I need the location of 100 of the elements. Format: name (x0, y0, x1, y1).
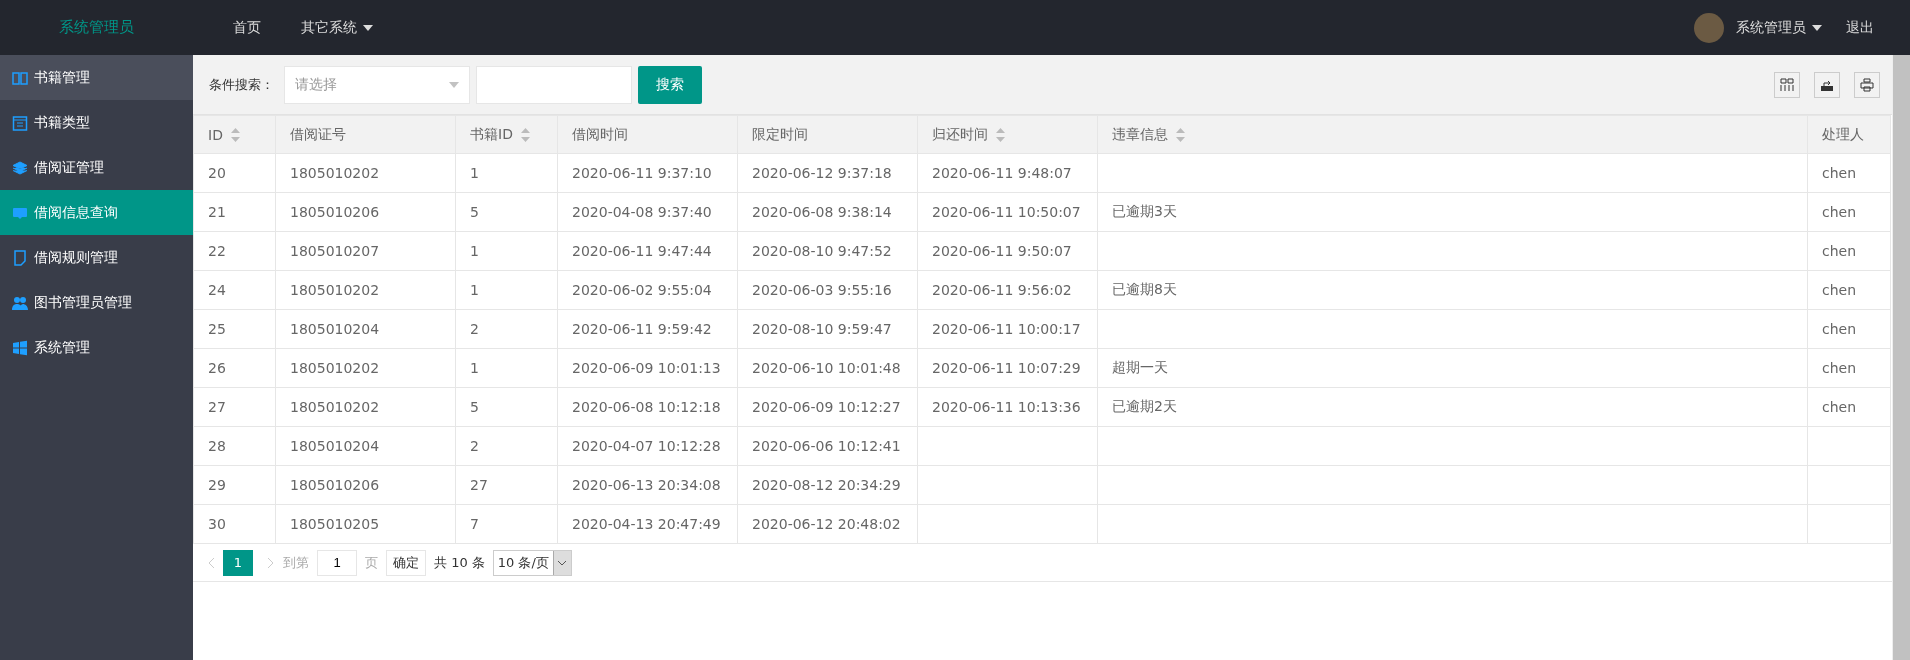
table-cell: 7 (455, 504, 558, 544)
caret-icon (363, 24, 373, 31)
table-cell: 1805010202 (275, 153, 456, 193)
calendar-icon (12, 114, 28, 131)
column-header: 借阅时间 (557, 115, 738, 154)
table-cell: 2020-06-02 9:55:04 (557, 270, 738, 310)
column-header[interactable]: 书籍ID (455, 115, 558, 154)
table-cell: 2020-06-11 9:56:02 (917, 270, 1098, 310)
table-cell: 5 (455, 192, 558, 232)
table-cell: 2020-06-12 20:48:02 (737, 504, 918, 544)
table-cell: 超期一天 (1097, 348, 1808, 388)
users-icon (12, 294, 28, 311)
column-header[interactable]: 违章信息 (1097, 115, 1808, 154)
table-cell: 2 (455, 309, 558, 349)
table-cell: 1 (455, 231, 558, 271)
sort-icon[interactable] (996, 127, 1005, 142)
columns-icon (1780, 77, 1794, 92)
table-cell: 2020-06-13 20:34:08 (557, 465, 738, 505)
sort-icon[interactable] (520, 127, 530, 142)
table-cell: 1805010206 (275, 192, 456, 232)
table-cell: 2020-08-10 9:59:47 (737, 309, 918, 349)
table-cell: 1805010202 (275, 387, 456, 427)
table-cell: 27 (455, 465, 558, 505)
table-cell: 1 (455, 348, 558, 388)
printer-icon (1860, 77, 1874, 92)
table-cell: 2020-06-11 9:48:07 (917, 153, 1098, 193)
table-cell: 2020-06-09 10:12:27 (737, 387, 918, 427)
scrollbar[interactable] (1892, 55, 1910, 660)
tool-button[interactable] (1854, 71, 1880, 98)
table-cell: 2020-06-08 10:12:18 (557, 387, 738, 427)
table-cell: 2020-06-11 10:50:07 (917, 192, 1098, 232)
table-cell: chen (1807, 309, 1891, 349)
table-cell: 21 (193, 192, 276, 232)
table-cell: 27 (193, 387, 276, 427)
logout-link[interactable]: 退出 (1846, 18, 1874, 37)
sidebar-item[interactable]: 借阅信息查询 (0, 190, 193, 235)
chevron-icon (557, 559, 568, 566)
search-button[interactable]: 搜索 (638, 65, 702, 104)
column-header: 借阅证号 (275, 115, 456, 154)
prev-page-icon[interactable] (207, 556, 215, 569)
table-cell: 1805010207 (275, 231, 456, 271)
windows-icon (12, 339, 28, 356)
page-number[interactable]: 1 (223, 549, 253, 576)
table-cell: chen (1807, 153, 1891, 193)
goto-label: 到第 (283, 553, 309, 572)
table-cell: 1805010202 (275, 348, 456, 388)
table-cell: 2020-06-06 10:12:41 (737, 426, 918, 466)
table-cell: 2020-08-12 20:34:29 (737, 465, 918, 505)
nav-link[interactable]: 其它系统 (301, 18, 373, 37)
sidebar-item[interactable]: 借阅证管理 (0, 145, 193, 190)
column-header[interactable]: ID (193, 115, 276, 154)
caret-icon (449, 81, 459, 88)
table-cell: chen (1807, 348, 1891, 388)
table-cell: 1805010206 (275, 465, 456, 505)
table-cell: 26 (193, 348, 276, 388)
sort-icon[interactable] (1176, 127, 1185, 142)
table-cell: chen (1807, 192, 1891, 232)
table-cell: 2020-06-12 9:37:18 (737, 153, 918, 193)
table-cell: 2020-08-10 9:47:52 (737, 231, 918, 271)
book-icon (12, 69, 28, 86)
table-cell: 2020-06-11 10:13:36 (917, 387, 1098, 427)
avatar[interactable] (1694, 12, 1724, 43)
layers-icon (12, 159, 28, 176)
table-cell: chen (1807, 270, 1891, 310)
table-cell: chen (1807, 387, 1891, 427)
page-input[interactable]: 1 (317, 549, 357, 576)
brand-title: 系统管理员 (58, 18, 135, 37)
page-size-select[interactable]: 10 条/页 (492, 549, 572, 576)
sidebar-item[interactable]: 系统管理 (0, 325, 193, 370)
table-cell: 24 (193, 270, 276, 310)
column-header: 限定时间 (737, 115, 918, 154)
sort-icon[interactable] (230, 127, 240, 142)
table-cell: 2020-06-08 9:38:14 (737, 192, 918, 232)
nav-link[interactable]: 首页 (233, 18, 261, 37)
table-cell: 2020-06-11 9:59:42 (557, 309, 738, 349)
table-cell: 1805010204 (275, 426, 456, 466)
table-cell: 1805010205 (275, 504, 456, 544)
sidebar-item[interactable]: 借阅规则管理 (0, 235, 193, 280)
search-input[interactable] (476, 65, 632, 104)
user-menu[interactable]: 系统管理员 (1736, 18, 1822, 37)
confirm-button[interactable]: 确定 (386, 549, 426, 576)
table-cell: 5 (455, 387, 558, 427)
column-header[interactable]: 归还时间 (917, 115, 1098, 154)
next-page-icon[interactable] (267, 556, 275, 569)
search-label: 条件搜索： (209, 75, 274, 94)
sidebar-item[interactable]: 图书管理员管理 (0, 280, 193, 325)
table-cell: 已逾期3天 (1097, 192, 1808, 232)
table-cell: 1 (455, 270, 558, 310)
table-cell: 1805010202 (275, 270, 456, 310)
table-cell: 20 (193, 153, 276, 193)
page-unit: 页 (365, 553, 378, 572)
table-cell: 28 (193, 426, 276, 466)
table-cell: 2020-06-11 9:50:07 (917, 231, 1098, 271)
table-cell: 2020-04-08 9:37:40 (557, 192, 738, 232)
tool-button[interactable] (1814, 71, 1840, 98)
table-cell: 22 (193, 231, 276, 271)
sidebar-item[interactable]: 书籍类型 (0, 100, 193, 145)
sidebar-item[interactable]: 书籍管理 (0, 55, 193, 100)
total-count: 共 10 条 (434, 553, 485, 572)
table-cell: chen (1807, 231, 1891, 271)
